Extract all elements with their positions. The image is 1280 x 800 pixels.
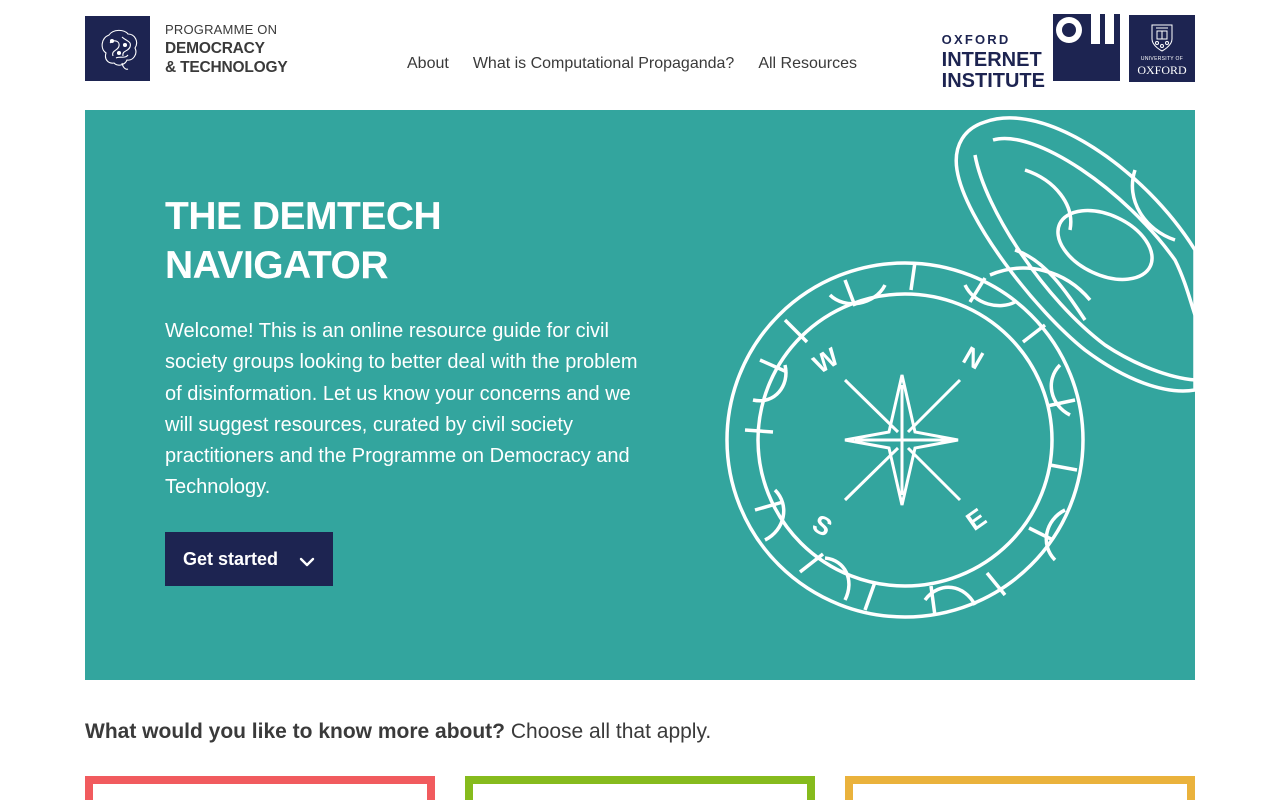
oii-wordmark: OXFORD INTERNET INSTITUTE: [942, 30, 1045, 92]
get-started-button[interactable]: Get started: [165, 532, 333, 586]
compass-w: W: [808, 341, 845, 379]
compass-star: [843, 374, 962, 506]
title-line2: NAVIGATOR: [165, 244, 389, 287]
oii-line1: OXFORD: [941, 32, 1011, 47]
compass-lid: [954, 116, 1195, 393]
topic-question: What would you like to know more about? …: [85, 720, 711, 744]
pdt-line3: & TECHNOLOGY: [165, 59, 288, 76]
nav-computational-propaganda[interactable]: What is Computational Propaganda?: [473, 55, 735, 73]
page-title: THE DEMTECH NAVIGATOR: [165, 192, 585, 290]
title-line1: THE DEMTECH: [165, 195, 442, 238]
oii-line2: INTERNET: [941, 49, 1042, 71]
topic-card-3[interactable]: [845, 776, 1195, 800]
pdt-line2: DEMOCRACY: [165, 40, 265, 57]
hero-banner: W N E S THE DEMTECH NAVIGATOR Welcome! T…: [85, 110, 1195, 680]
pdt-line1: PROGRAMME ON: [165, 22, 278, 37]
oxford-line1: UNIVERSITY OF: [1140, 56, 1184, 62]
pdt-wordmark: PROGRAMME ON DEMOCRACY & TECHNOLOGY: [165, 20, 288, 77]
question-hint: Choose all that apply.: [510, 720, 712, 743]
topic-card-1[interactable]: [85, 776, 435, 800]
pdt-brain-icon: [85, 16, 150, 81]
question-prompt: What would you like to know more about?: [85, 720, 505, 743]
compass-n: N: [958, 340, 989, 375]
oii-mark-icon: [1053, 14, 1120, 81]
nav-about[interactable]: About: [407, 55, 449, 73]
oii-logo[interactable]: OXFORD INTERNET INSTITUTE UNIVERSITY OF …: [942, 14, 1195, 92]
main-nav: About What is Computational Propaganda? …: [407, 55, 857, 73]
nav-all-resources[interactable]: All Resources: [758, 55, 857, 73]
pdt-logo[interactable]: PROGRAMME ON DEMOCRACY & TECHNOLOGY: [85, 16, 288, 81]
hero-description: Welcome! This is an online resource guid…: [165, 320, 638, 499]
chevron-down-icon: [299, 552, 315, 573]
site-header: PROGRAMME ON DEMOCRACY & TECHNOLOGY Abou…: [0, 0, 1280, 110]
oii-line3: INSTITUTE: [941, 70, 1045, 92]
get-started-label: Get started: [183, 548, 279, 569]
oxford-line2: OXFORD: [1137, 63, 1187, 77]
topic-card-2[interactable]: [465, 776, 815, 800]
compass-s: S: [807, 508, 837, 543]
compass-e: E: [960, 502, 991, 537]
oxford-logo: UNIVERSITY OF OXFORD: [1129, 15, 1195, 82]
